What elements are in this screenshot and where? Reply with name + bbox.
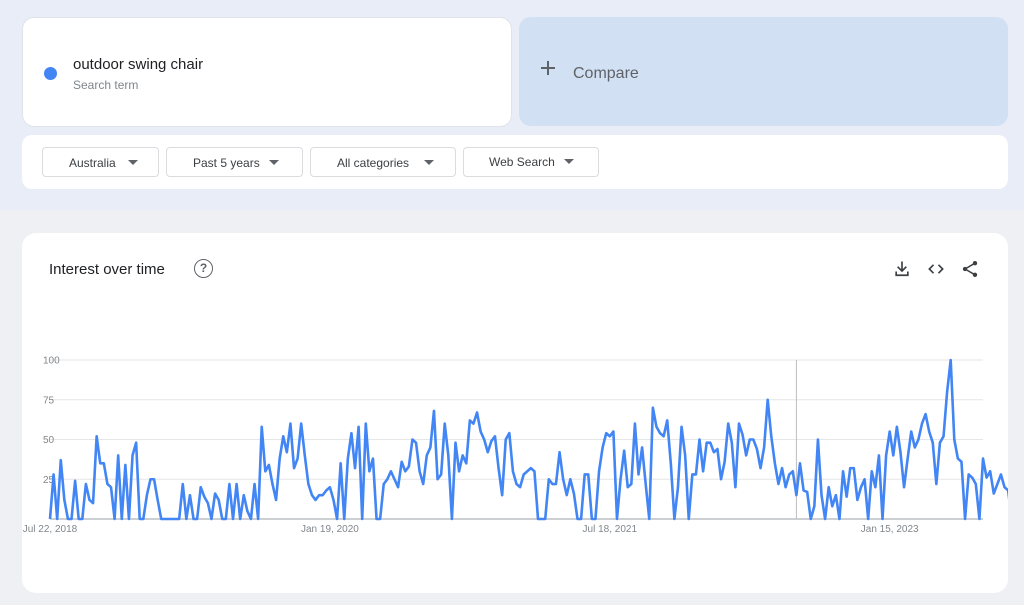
interest-over-time-panel: Interest over time ? 25 50 75 100 Jul 22, 2… [22,233,1008,593]
x-tick-label: Jul 22, 2018 [23,524,78,535]
time-range-filter-label: Past 5 years [193,156,260,170]
category-filter-label: All categories [337,156,410,170]
plus-icon [541,61,555,75]
search-term-name[interactable]: outdoor swing chair [73,56,203,73]
search-term-subtitle: Search term [73,78,139,92]
time-range-filter-dropdown[interactable]: Past 5 years [166,147,303,177]
x-tick-label: Jul 18, 2021 [583,524,638,535]
x-tick-label: Jan 19, 2020 [301,524,359,535]
filter-bar: Australia Past 5 years All categories We… [22,135,1008,189]
compare-button[interactable]: Compare [519,17,1008,126]
chevron-down-icon [424,160,434,165]
y-tick-label: 75 [43,395,55,406]
region-filter-dropdown[interactable]: Australia [42,147,159,177]
search-term-card[interactable]: outdoor swing chair Search term [22,17,512,127]
x-tick-label: Jan 15, 2023 [861,524,919,535]
chevron-down-icon [564,159,574,164]
region-filter-label: Australia [69,156,116,170]
y-tick-label: 100 [43,356,60,367]
search-type-filter-dropdown[interactable]: Web Search [463,147,599,177]
interest-line-chart: 255075100 Jul 22, 2018 Jan 19, 2020 Jul 18… [23,356,1008,535]
compare-label: Compare [573,65,639,82]
y-tick-label: 50 [43,435,55,446]
chevron-down-icon [269,160,279,165]
category-filter-dropdown[interactable]: All categories [310,147,456,177]
term-color-dot [44,67,57,80]
search-type-filter-label: Web Search [489,155,555,169]
chevron-down-icon [128,160,138,165]
